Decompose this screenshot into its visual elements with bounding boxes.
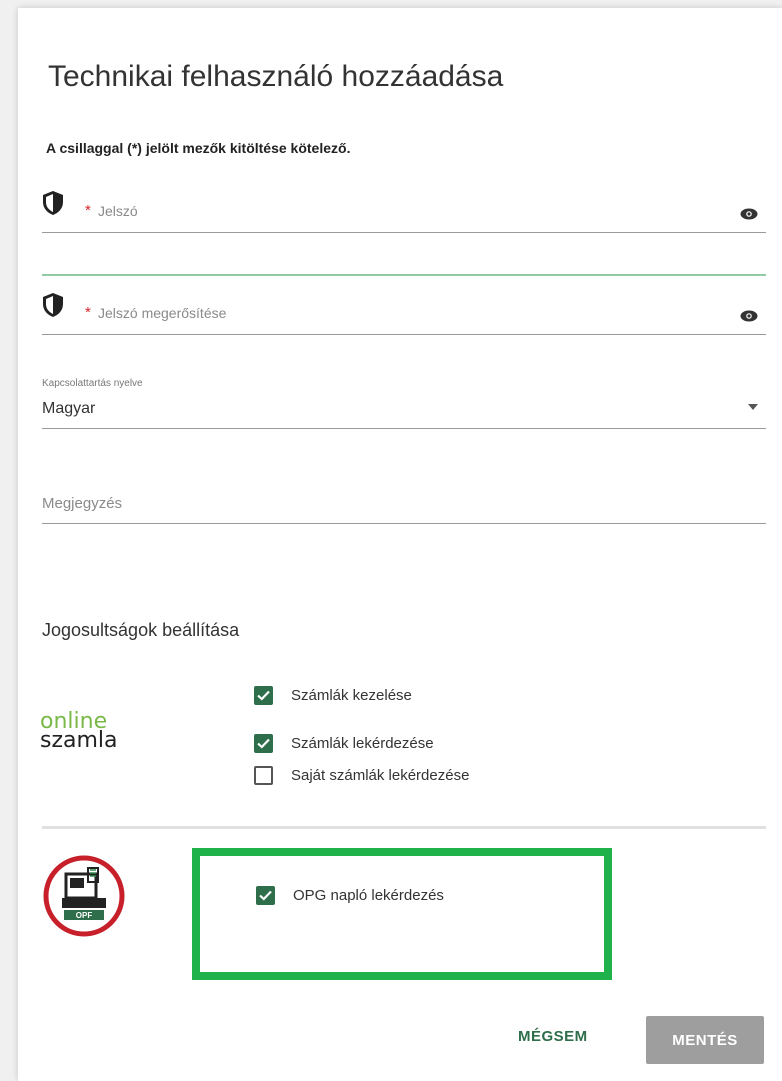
save-button[interactable]: MENTÉS [646, 1016, 764, 1064]
opg-logo: OPF [43, 855, 125, 937]
permission-query-invoices[interactable]: Számlák lekérdezése [254, 734, 434, 753]
permission-label: Számlák kezelése [291, 687, 412, 704]
required-mark: * [85, 304, 91, 321]
cancel-button[interactable]: MÉGSEM [518, 1028, 588, 1045]
permission-query-own-invoices[interactable]: Saját számlák lekérdezése [254, 766, 469, 785]
shield-icon [43, 191, 63, 215]
permission-opg-log-query[interactable]: OPG napló lekérdezés [256, 886, 444, 905]
focus-underline [42, 274, 766, 276]
password-field[interactable]: * Jelszó [42, 186, 766, 233]
shield-icon [43, 293, 63, 317]
password-confirm-placeholder: Jelszó megerősítése [98, 305, 227, 321]
checkbox-unchecked[interactable] [254, 766, 273, 785]
check-icon [259, 890, 272, 901]
permission-label: OPG napló lekérdezés [293, 887, 444, 904]
password-confirm-field[interactable]: * Jelszó megerősítése [42, 288, 766, 335]
required-mark: * [85, 202, 91, 219]
opg-logo-text: OPF [76, 911, 93, 920]
checkbox-checked[interactable] [254, 734, 273, 753]
dialog-title: Technikai felhasználó hozzáadása [48, 60, 504, 93]
password-placeholder: Jelszó [98, 203, 138, 219]
eye-icon[interactable] [740, 208, 758, 220]
language-select[interactable] [42, 372, 766, 429]
required-fields-note: A csillaggal (*) jelölt mezők kitöltése … [46, 140, 351, 156]
eye-icon[interactable] [740, 310, 758, 322]
comment-placeholder: Megjegyzés [42, 495, 123, 512]
permission-manage-invoices[interactable]: Számlák kezelése [254, 686, 412, 705]
online-szamla-logo-line2: szamla [40, 728, 118, 753]
online-szamla-logo: online szamla [40, 711, 118, 753]
opg-highlight-box [192, 848, 612, 980]
permissions-title: Jogosultságok beállítása [42, 620, 240, 640]
permission-label: Számlák lekérdezése [291, 735, 434, 752]
check-icon [257, 690, 270, 701]
language-value: Magyar [42, 400, 96, 417]
comment-field[interactable]: Megjegyzés [42, 486, 766, 524]
chevron-down-icon[interactable] [748, 404, 758, 410]
checkbox-checked[interactable] [256, 886, 275, 905]
check-icon [257, 738, 270, 749]
section-divider [42, 826, 766, 829]
permission-label: Saját számlák lekérdezése [291, 767, 470, 784]
checkbox-checked[interactable] [254, 686, 273, 705]
